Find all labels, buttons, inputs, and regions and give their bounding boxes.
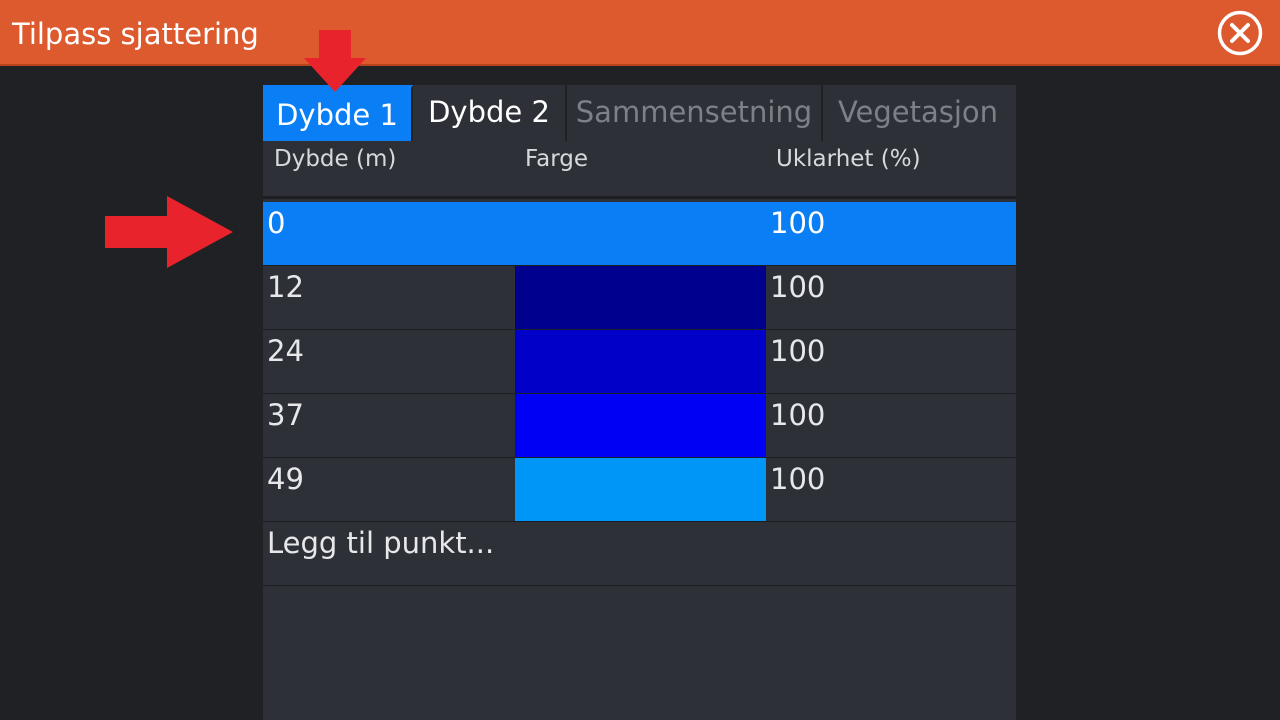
close-button[interactable] — [1217, 10, 1263, 56]
table-header: Dybde (m) Farge Uklarhet (%) — [263, 141, 1016, 199]
opacity-value: 100 — [770, 206, 826, 240]
depth-value: 0 — [267, 206, 286, 240]
add-point-label: Legg til punkt... — [267, 526, 495, 560]
shading-table: 0 100 12 100 24 100 37 100 49 100 Legg t… — [263, 202, 1016, 586]
depth-value: 37 — [267, 398, 304, 432]
table-row[interactable]: 49 100 — [263, 458, 1016, 522]
close-icon — [1217, 10, 1263, 56]
dialog-title: Tilpass sjattering — [12, 17, 259, 51]
color-swatch[interactable] — [515, 394, 766, 457]
color-swatch[interactable] — [515, 330, 766, 393]
opacity-value: 100 — [770, 334, 826, 368]
opacity-value: 100 — [770, 462, 826, 496]
tab-bar: Dybde 1 Dybde 2 Sammensetning Vegetasjon — [263, 85, 1013, 141]
right-arrow-icon — [105, 196, 233, 268]
table-row[interactable]: 37 100 — [263, 394, 1016, 458]
color-swatch[interactable] — [515, 202, 766, 265]
depth-value: 49 — [267, 462, 304, 496]
opacity-value: 100 — [770, 398, 826, 432]
dialog-titlebar: Tilpass sjattering — [0, 0, 1280, 66]
opacity-value: 100 — [770, 270, 826, 304]
table-row[interactable]: 12 100 — [263, 266, 1016, 330]
table-row[interactable]: 0 100 — [263, 202, 1016, 266]
depth-value: 24 — [267, 334, 304, 368]
color-swatch[interactable] — [515, 266, 766, 329]
down-arrow-icon — [304, 30, 366, 92]
tab-dybde-2[interactable]: Dybde 2 — [413, 85, 567, 141]
header-color: Farge — [525, 146, 589, 172]
tab-vegetasjon[interactable]: Vegetasjon — [823, 85, 1013, 141]
color-swatch[interactable] — [515, 458, 766, 521]
header-opacity: Uklarhet (%) — [776, 146, 921, 172]
add-point-button[interactable]: Legg til punkt... — [263, 522, 1016, 586]
tab-sammensetning[interactable]: Sammensetning — [567, 85, 823, 141]
header-depth: Dybde (m) — [274, 146, 397, 172]
depth-value: 12 — [267, 270, 304, 304]
table-row[interactable]: 24 100 — [263, 330, 1016, 394]
